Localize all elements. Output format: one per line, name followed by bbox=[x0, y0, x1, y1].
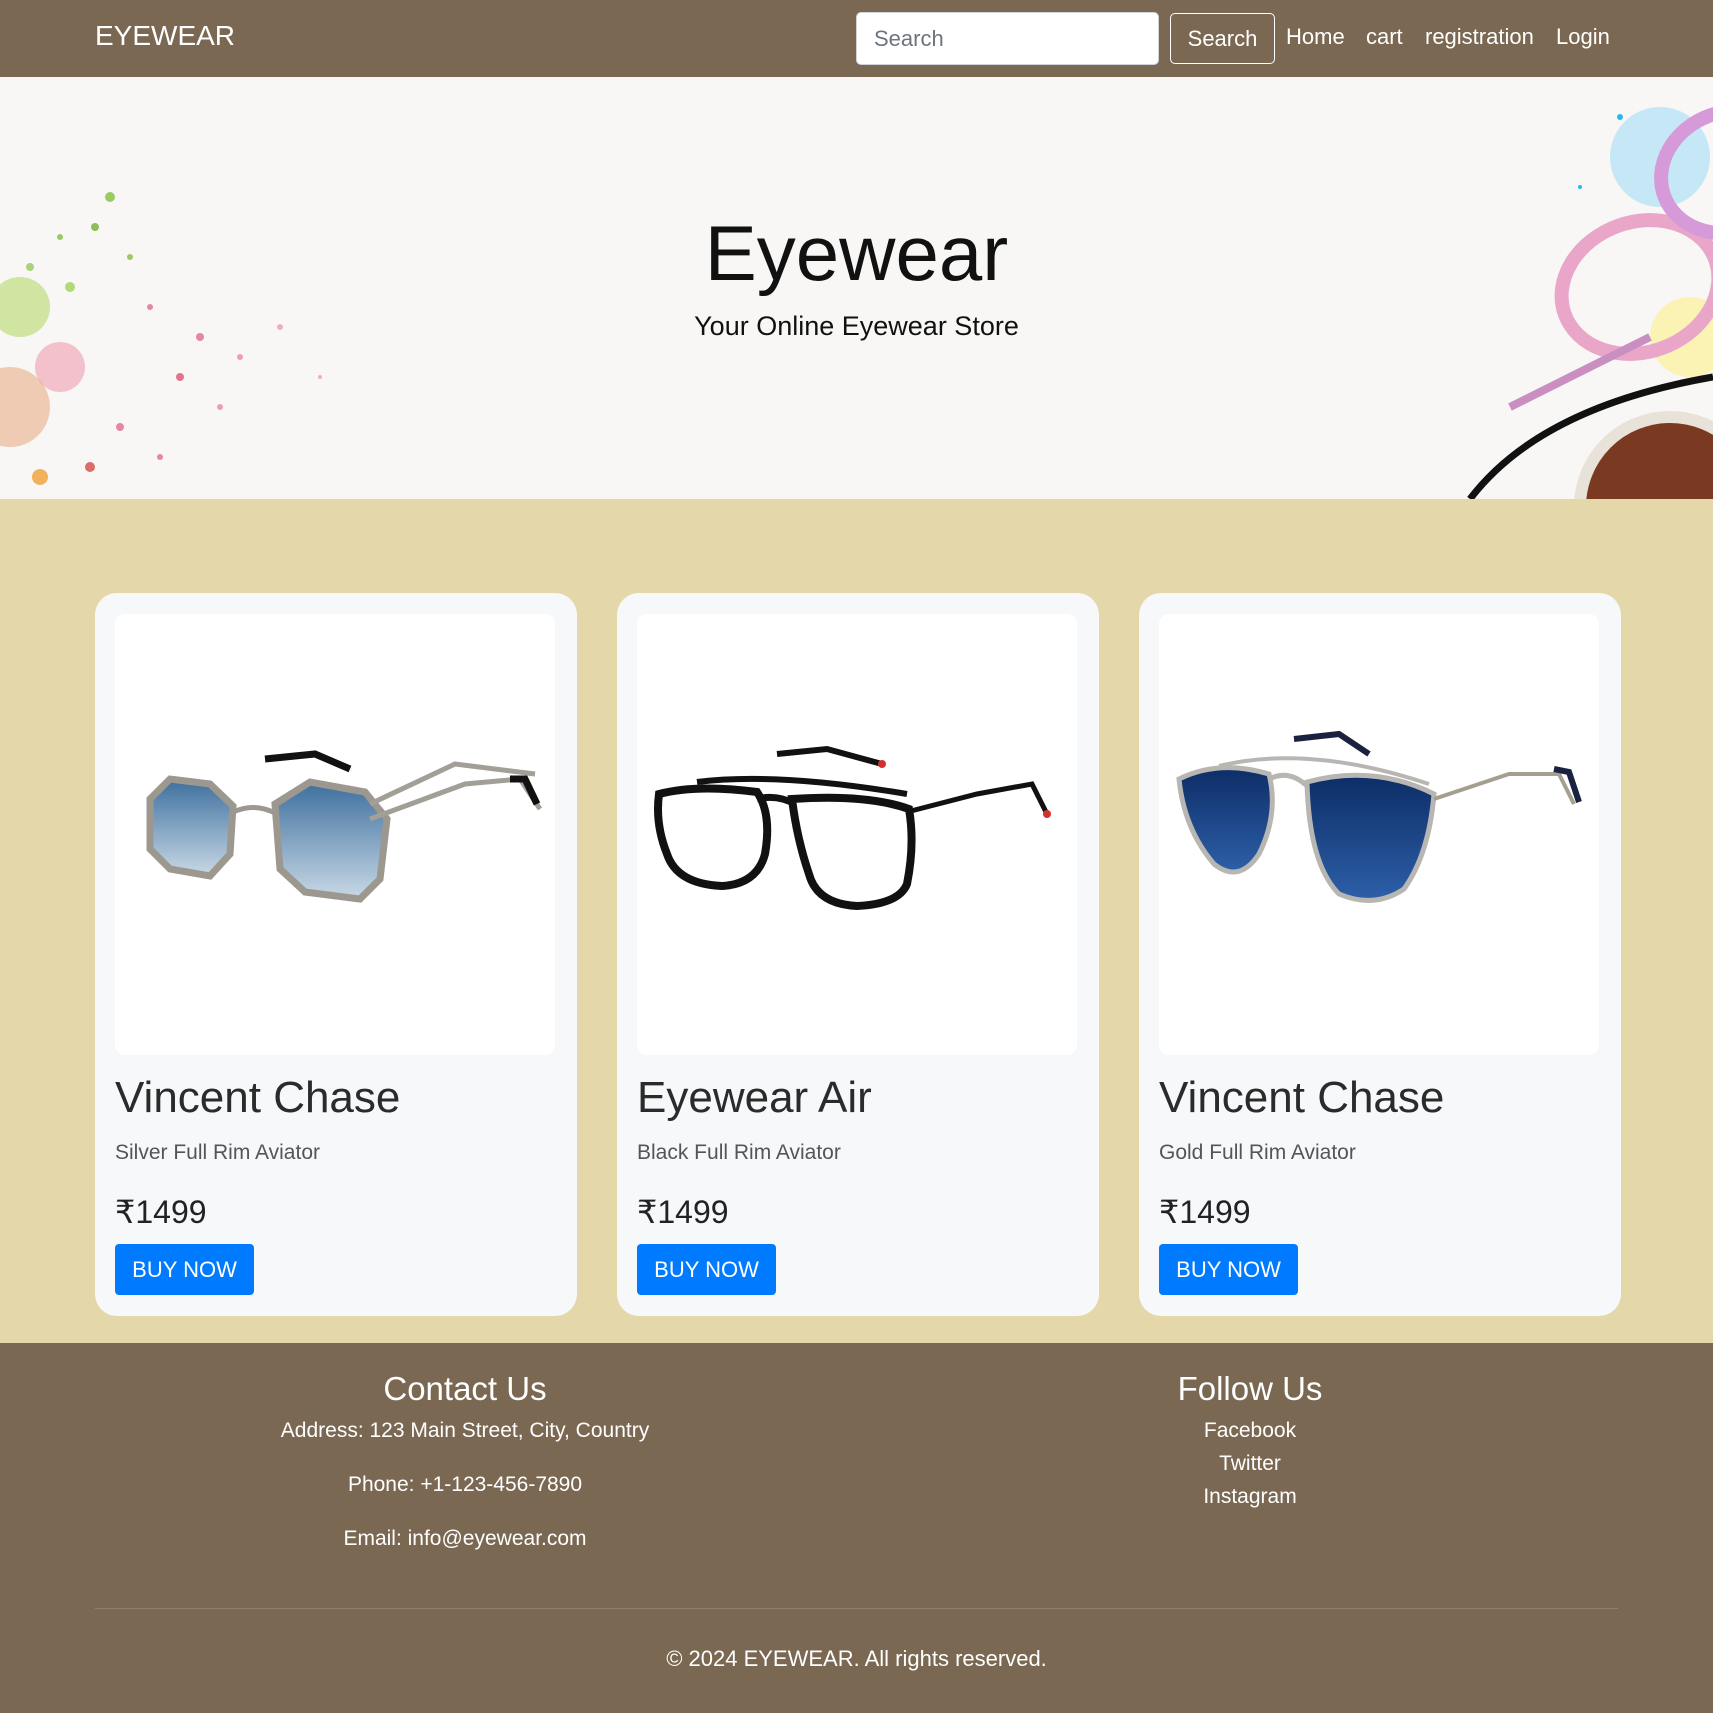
nav-link-cart[interactable]: cart bbox=[1366, 24, 1403, 50]
social-link-twitter[interactable]: Twitter bbox=[1100, 1452, 1400, 1476]
follow-section: Follow Us Facebook Twitter Instagram bbox=[1100, 1370, 1400, 1509]
footer-divider bbox=[95, 1608, 1618, 1609]
product-card: Eyewear Air Black Full Rim Aviator ₹1499… bbox=[617, 593, 1099, 1316]
product-image[interactable] bbox=[1159, 614, 1599, 1055]
aviator-sunglasses-icon bbox=[1176, 730, 1582, 903]
black-eyeglasses-icon bbox=[654, 745, 1051, 911]
nav-link-registration[interactable]: registration bbox=[1425, 24, 1534, 50]
buy-now-button[interactable]: BUY NOW bbox=[1159, 1244, 1298, 1295]
product-description: Silver Full Rim Aviator bbox=[115, 1141, 320, 1164]
nav-link-home[interactable]: Home bbox=[1286, 24, 1345, 50]
product-image[interactable] bbox=[115, 614, 555, 1055]
contact-phone: Phone: +1-123-456-7890 bbox=[347, 1473, 583, 1496]
social-link-instagram[interactable]: Instagram bbox=[1100, 1485, 1400, 1509]
product-description: Black Full Rim Aviator bbox=[637, 1141, 841, 1164]
contact-address: Address: 123 Main Street, City, Country bbox=[280, 1419, 650, 1442]
navbar: EYEWEAR Search Home cart registration Lo… bbox=[0, 0, 1713, 77]
product-card: Vincent Chase Silver Full Rim Aviator ₹1… bbox=[95, 593, 577, 1316]
buy-now-button[interactable]: BUY NOW bbox=[637, 1244, 776, 1295]
social-link-facebook[interactable]: Facebook bbox=[1100, 1419, 1400, 1443]
product-price: ₹1499 bbox=[1159, 1194, 1251, 1230]
buy-now-button[interactable]: BUY NOW bbox=[115, 1244, 254, 1295]
product-name: Eyewear Air bbox=[637, 1073, 872, 1122]
product-card: Vincent Chase Gold Full Rim Aviator ₹149… bbox=[1139, 593, 1621, 1316]
brand-logo[interactable]: EYEWEAR bbox=[95, 20, 235, 52]
search-button[interactable]: Search bbox=[1170, 13, 1275, 64]
contact-heading: Contact Us bbox=[383, 1370, 547, 1407]
product-price: ₹1499 bbox=[115, 1194, 207, 1230]
product-name: Vincent Chase bbox=[115, 1073, 401, 1122]
product-price: ₹1499 bbox=[637, 1194, 729, 1230]
copyright-text: © 2024 EYEWEAR. All rights reserved. bbox=[666, 1646, 1047, 1671]
hero-title: Eyewear bbox=[704, 209, 1009, 297]
nav-link-login[interactable]: Login bbox=[1556, 24, 1610, 50]
product-image[interactable] bbox=[637, 614, 1077, 1055]
product-description: Gold Full Rim Aviator bbox=[1159, 1141, 1356, 1164]
contact-email: Email: info@eyewear.com bbox=[343, 1527, 587, 1550]
hero-subtitle: Your Online Eyewear Store bbox=[694, 311, 1019, 341]
hexagonal-sunglasses-icon bbox=[146, 750, 543, 903]
contact-section: Contact Us Address: 123 Main Street, Cit… bbox=[240, 1370, 690, 1551]
footer: Contact Us Address: 123 Main Street, Cit… bbox=[0, 1343, 1713, 1713]
hero-banner: Eyewear Your Online Eyewear Store bbox=[0, 77, 1713, 499]
product-name: Vincent Chase bbox=[1159, 1073, 1445, 1122]
search-input[interactable] bbox=[856, 12, 1159, 65]
follow-heading: Follow Us bbox=[1177, 1370, 1323, 1407]
